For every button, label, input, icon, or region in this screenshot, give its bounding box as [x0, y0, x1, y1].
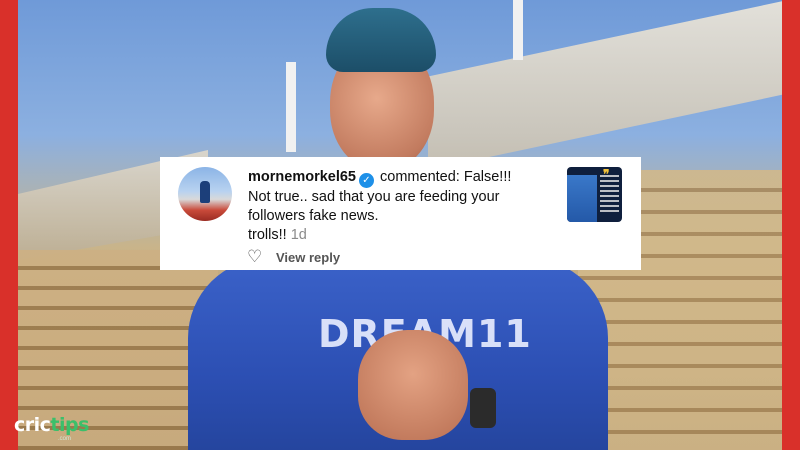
wrist-watch: [470, 388, 496, 428]
floodlight-pole: [513, 0, 523, 60]
comment-line3: trolls!!: [248, 227, 287, 243]
logo-text-tips: tips: [50, 414, 89, 436]
comment-username[interactable]: mornemorkel65: [248, 169, 356, 185]
avatar-figure: [200, 181, 210, 203]
comment-verb: commented: False!!!: [380, 169, 512, 185]
floodlight-pole: [286, 62, 296, 152]
avatar[interactable]: [178, 167, 232, 221]
comment-body: Not true.. sad that you are feeding your…: [248, 189, 500, 224]
comment-text: mornemorkel65 ✓ commented: False!!! Not t…: [248, 168, 548, 245]
logo-domain: .com: [58, 436, 72, 442]
view-reply-link[interactable]: View reply: [276, 250, 340, 265]
thumbnail-photo: [567, 175, 597, 222]
stadium-roof: [428, 0, 782, 170]
thumbnail-text-lines: [600, 175, 619, 215]
logo-text-cric: cric: [14, 414, 51, 436]
post-thumbnail[interactable]: ❞: [567, 167, 622, 222]
quote-icon: ❞: [603, 167, 610, 181]
clasped-hands: [358, 330, 468, 440]
heart-icon[interactable]: ♡: [247, 248, 263, 265]
instagram-comment-card: mornemorkel65 ✓ commented: False!!! Not t…: [160, 157, 641, 270]
verified-badge-icon: ✓: [359, 173, 374, 188]
comment-timestamp: 1d: [290, 227, 307, 243]
cap: [326, 8, 436, 72]
crictips-logo: crictips: [14, 414, 89, 436]
